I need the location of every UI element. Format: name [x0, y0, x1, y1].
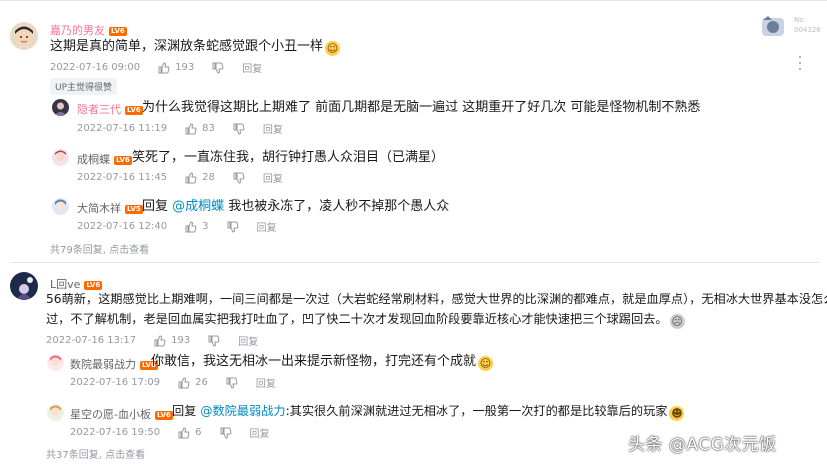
reply-button[interactable]: 回复: [263, 170, 283, 185]
reply-button[interactable]: 回复: [250, 425, 270, 440]
thumbs-up-icon: [154, 334, 166, 346]
reply-meta: 2022-07-16 11:19 83 回复: [77, 121, 283, 136]
avatar[interactable]: [52, 198, 69, 215]
more-options-icon[interactable]: [797, 56, 803, 70]
like-button[interactable]: 3: [185, 220, 209, 233]
level-badge: LV6: [114, 156, 132, 165]
reply-button[interactable]: 回复: [256, 375, 276, 390]
like-count: 193: [175, 62, 195, 73]
reply-meta: 2022-07-16 19:50 6 回复: [70, 425, 270, 440]
level-badge: LV6: [154, 411, 173, 420]
fan-badge-label: No.: [794, 16, 806, 24]
level-badge: LV6: [109, 27, 127, 36]
avatar[interactable]: [47, 404, 64, 421]
like-button[interactable]: 193: [158, 61, 195, 74]
timestamp: 2022-07-16 09:00: [50, 62, 141, 73]
like-button[interactable]: 83: [185, 122, 215, 135]
level-badge: LV6: [125, 106, 143, 115]
emoji-icon: ☹: [669, 314, 685, 329]
dislike-button[interactable]: [227, 221, 239, 233]
like-count: 83: [202, 123, 215, 134]
view-more-replies-link[interactable]: 共79条回复, 点击查看: [50, 241, 149, 256]
fan-badge-icon: [762, 16, 784, 36]
comment-text: 这期是真的简单，深渊放条蛇感觉跟个小丑一样 ☺: [50, 39, 341, 56]
smile-emoji-icon: ☺: [325, 41, 341, 56]
thumbs-up-icon: [178, 376, 190, 388]
comment-divider: [10, 262, 820, 263]
like-button[interactable]: 6: [178, 426, 202, 439]
thumbs-up-icon: [158, 61, 170, 73]
comment-meta: 2022-07-16 09:00 193 回复: [50, 60, 262, 75]
like-button[interactable]: 28: [185, 171, 215, 184]
thumbs-up-icon: [178, 426, 190, 438]
dislike-button[interactable]: [233, 172, 245, 184]
reply-text: 你敢信，我这无相冰一出来提示新怪物，打完还有个成就 ☺: [151, 354, 494, 371]
avatar[interactable]: [47, 354, 64, 371]
avatar[interactable]: [10, 22, 38, 50]
username[interactable]: 成桐蝶 LV6: [77, 151, 132, 167]
username[interactable]: 数院最弱战力 LV6: [70, 356, 158, 372]
timestamp: 2022-07-16 19:50: [70, 427, 161, 438]
reply-text: 回复 @数院最弱战力:其实很久前深渊就进过无相冰了，一般第一次打的都是比较靠后的…: [172, 404, 685, 421]
sweat-smile-emoji-icon: ☺: [478, 356, 494, 371]
avatar[interactable]: [52, 149, 69, 166]
like-count: 193: [171, 335, 191, 346]
view-more-replies-link[interactable]: 共37条回复, 点击查看: [46, 446, 145, 461]
thumbs-down-icon: [233, 123, 245, 135]
top-divider: [0, 0, 827, 1]
reply-text: 为什么我觉得这期比上期难了 前面几期都是无脑一遍过 这期重开了好几次 可能是怪物…: [142, 100, 701, 115]
comment-meta: 2022-07-16 13:17 193 回复: [46, 333, 258, 348]
dislike-button[interactable]: [208, 335, 220, 347]
thumbs-down-icon: [220, 427, 231, 439]
reply-meta: 2022-07-16 11:45 28 回复: [77, 170, 283, 185]
username[interactable]: 大简木祥 LV5: [77, 200, 143, 216]
reply-button[interactable]: 回复: [242, 60, 262, 75]
laughing-emoji-icon: ☻: [669, 406, 685, 421]
thumbs-up-icon: [185, 171, 197, 183]
dislike-button[interactable]: [233, 123, 245, 135]
username[interactable]: 隐者三代 LV6: [77, 101, 143, 117]
avatar[interactable]: [10, 272, 38, 300]
thumbs-up-icon: [185, 220, 197, 232]
username[interactable]: 星空の愿-血小板 LV6: [70, 406, 173, 422]
thumbs-down-icon: [208, 335, 220, 347]
avatar[interactable]: [52, 99, 69, 116]
reply-button[interactable]: 回复: [257, 219, 277, 234]
mention-link[interactable]: @成桐蝶: [172, 199, 224, 214]
thumbs-down-icon: [233, 172, 245, 184]
dislike-button[interactable]: [212, 62, 224, 74]
like-count: 26: [195, 377, 208, 388]
like-count: 28: [202, 172, 215, 183]
timestamp: 2022-07-16 11:45: [77, 172, 168, 183]
timestamp: 2022-07-16 13:17: [46, 335, 137, 346]
dislike-button[interactable]: [220, 427, 232, 439]
thumbs-up-icon: [185, 122, 197, 134]
fan-badge-number: 004326: [794, 26, 821, 34]
comment-text-line-2: 过，不了解机制，老是回血属实把我打吐血了，凹了快二十次才发现回血阶段要靠近核心才…: [46, 312, 685, 329]
timestamp: 2022-07-16 11:19: [77, 123, 168, 134]
like-count: 3: [202, 221, 209, 232]
thumbs-down-icon: [227, 221, 238, 233]
like-button[interactable]: 193: [154, 334, 191, 347]
reply-meta: 2022-07-16 17:09 26 回复: [70, 375, 276, 390]
reply-text: 回复 @成桐蝶 我也被永冻了，凌人秒不掉那个愚人众: [142, 199, 450, 214]
watermark: 头条 @ACG次元饭: [628, 435, 777, 455]
timestamp: 2022-07-16 12:40: [77, 221, 168, 232]
fan-badge: No. 004326: [760, 14, 821, 42]
like-count: 6: [195, 427, 202, 438]
level-badge: LV5: [125, 205, 143, 214]
reply-button[interactable]: 回复: [238, 333, 258, 348]
thumbs-down-icon: [226, 377, 238, 389]
thumbs-down-icon: [212, 62, 224, 74]
up-liked-badge: UP主觉得很赞: [50, 78, 118, 95]
mention-link[interactable]: @数院最弱战力: [200, 404, 285, 418]
reply-button[interactable]: 回复: [263, 121, 283, 136]
dislike-button[interactable]: [226, 377, 238, 389]
reply-text: 笑死了，一直冻住我，胡行钟打愚人众泪目（已满星）: [132, 150, 445, 165]
timestamp: 2022-07-16 17:09: [70, 377, 161, 388]
like-button[interactable]: 26: [178, 376, 208, 389]
reply-meta: 2022-07-16 12:40 3 回复: [77, 219, 277, 234]
comment-text-line-1: 56萌新，这期感觉比上期难啊，一间三间都是一次过（大岩蛇经常刷材料，感觉大世界的…: [46, 292, 827, 306]
